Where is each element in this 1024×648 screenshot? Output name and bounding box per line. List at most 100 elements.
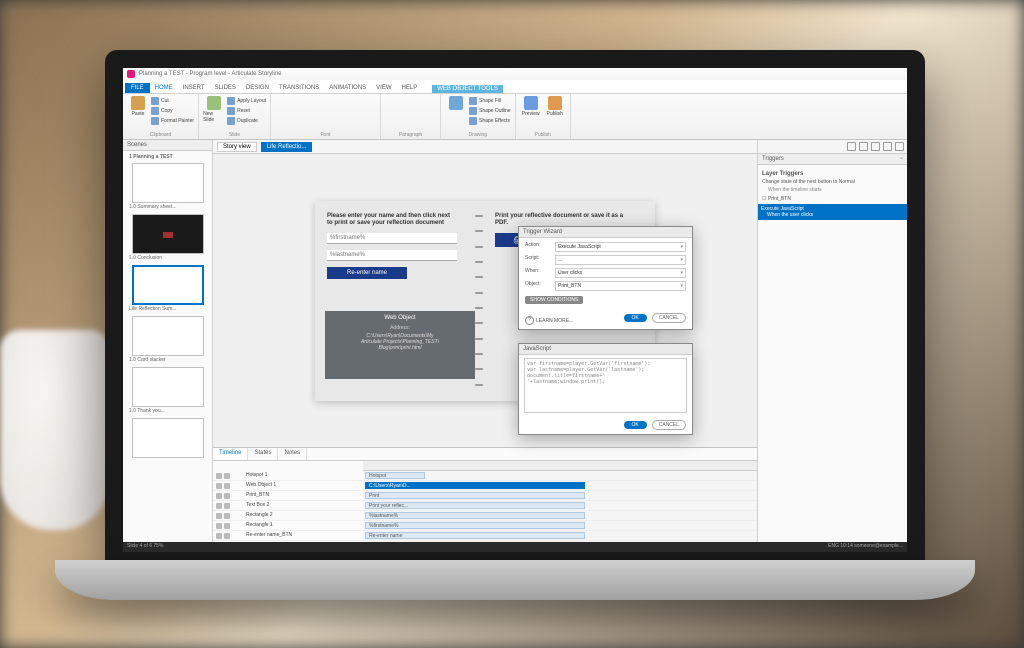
dialog-title[interactable]: JavaScript [519,344,692,355]
track[interactable]: Print [363,491,757,500]
scene-item[interactable]: Life Reflection Sum... [127,265,208,312]
object-name: Rectangle 1 [243,521,363,530]
notes-tab[interactable]: Notes [278,448,307,460]
tab-design[interactable]: DESIGN [241,83,274,93]
script-button[interactable]: ... [555,255,686,265]
timeline-bar[interactable]: C:\Users\Ryan\D... [365,482,585,489]
eye-icon[interactable] [216,523,222,529]
format-painter-button[interactable]: Format Painter [151,116,194,126]
triggers-header: Triggers− [758,154,907,165]
duplicate-button[interactable]: Duplicate [227,116,266,126]
view-icon[interactable] [895,142,904,151]
apply-layout-button[interactable]: Apply Layout [227,96,266,106]
eye-icon[interactable] [216,533,222,539]
lock-icon[interactable] [224,473,230,479]
scene-item[interactable] [127,418,208,458]
tab-insert[interactable]: INSERT [178,83,210,93]
shapes-button[interactable] [445,96,467,110]
tab-transitions[interactable]: TRANSITIONS [274,83,324,93]
timeline-row[interactable]: Text Box 2 Print your reflec... [213,501,757,511]
tab-help[interactable]: HELP [397,83,423,93]
reenter-name-button[interactable]: Re-enter name [327,267,407,279]
new-slide-button[interactable]: New Slide [203,96,225,123]
tab-view[interactable]: VIEW [371,83,396,93]
eye-icon[interactable] [216,503,222,509]
firstname-field[interactable]: %firstname% [327,233,457,244]
tab-slides[interactable]: SLIDES [210,83,241,93]
web-object-address-label: Address: [329,325,471,331]
timeline-row[interactable]: Web Object 1 C:\Users\Ryan\D... [213,481,757,491]
lock-icon[interactable] [224,523,230,529]
when-select[interactable]: User clicks [555,268,686,278]
track[interactable]: Re-enter name [363,531,757,540]
timeline-row[interactable]: Print_BTN Print [213,491,757,501]
timeline-bar[interactable]: %firstname% [365,522,585,529]
view-icon[interactable] [859,142,868,151]
eye-icon[interactable] [216,513,222,519]
timeline-bar[interactable]: %lastname% [365,512,585,519]
lock-icon[interactable] [224,513,230,519]
publish-button[interactable]: Publish [544,96,566,117]
slide-tab[interactable]: Life Reflectio... [261,142,313,152]
paste-button[interactable]: Paste [127,96,149,117]
cut-button[interactable]: Cut [151,96,194,106]
timeline-bar[interactable]: Re-enter name [365,532,585,539]
collapse-icon[interactable]: − [899,156,903,162]
view-icon[interactable] [847,142,856,151]
view-icon[interactable] [883,142,892,151]
timeline-bar[interactable]: Print [365,492,585,499]
track[interactable]: %lastname% [363,511,757,520]
timeline-row[interactable]: Re-enter name_BTN Re-enter name [213,531,757,541]
ok-button[interactable]: OK [624,421,647,429]
lock-icon[interactable] [224,483,230,489]
dialog-title[interactable]: Trigger Wizard [519,227,692,238]
shape-fill-button[interactable]: Shape Fill [469,96,511,106]
learn-more-link[interactable]: LEARN MORE... [525,316,573,325]
reset-button[interactable]: Reset [227,106,266,116]
story-view-tab[interactable]: Story view [217,142,257,152]
file-tab[interactable]: FILE [125,83,150,93]
timeline-tab[interactable]: Timeline [213,448,248,460]
web-object-overlay[interactable]: Web Object Address: C:\Users\Ryan\Docume… [325,311,475,379]
tab-animations[interactable]: ANIMATIONS [324,83,371,93]
scene-item[interactable]: 1.0 Summary sheet... [127,163,208,210]
track[interactable]: %firstname% [363,521,757,530]
fill-icon [469,97,477,105]
lock-icon[interactable] [224,493,230,499]
timeline-ruler[interactable] [363,461,757,471]
timeline-row[interactable]: Rectangle 2 %lastname% [213,511,757,521]
shape-effects-button[interactable]: Shape Effects [469,116,511,126]
ok-button[interactable]: OK [624,314,647,322]
show-conditions-button[interactable]: SHOW CONDITIONS [525,296,583,304]
tab-home[interactable]: HOME [150,83,178,93]
shape-outline-button[interactable]: Shape Outline [469,106,511,116]
view-icon[interactable] [871,142,880,151]
action-select[interactable]: Execute JavaScript [555,242,686,252]
preview-button[interactable]: Preview [520,96,542,117]
trigger-item[interactable]: Change state of the next button to Norma… [762,179,903,185]
trigger-selected[interactable]: Execute JavaScript When the user clicks [758,204,907,220]
cancel-button[interactable]: CANCEL [652,420,686,430]
states-tab[interactable]: States [248,448,278,460]
scene-item[interactable]: 1.0 Card stacker [127,316,208,363]
object-select[interactable]: Print_BTN [555,281,686,291]
timeline-bar[interactable]: Hotspot [365,472,425,479]
lock-icon[interactable] [224,503,230,509]
track[interactable]: Hotspot [363,471,757,480]
context-tab-web-object[interactable]: WEB OBJECT TOOLS [432,85,503,93]
track[interactable]: Print your reflec... [363,501,757,510]
timeline-bar[interactable]: Print your reflec... [365,502,585,509]
eye-icon[interactable] [216,493,222,499]
cancel-button[interactable]: CANCEL [652,313,686,323]
eye-icon[interactable] [216,483,222,489]
timeline-row[interactable]: Rectangle 1 %firstname% [213,521,757,531]
scene-item[interactable]: 1.0 Thank you... [127,367,208,414]
code-textarea[interactable]: var firstname=player.GetVar('firstname')… [524,358,687,413]
copy-button[interactable]: Copy [151,106,194,116]
timeline-row[interactable]: Hotspot 1 Hotspot [213,471,757,481]
scene-item[interactable]: 1.0 Conclusion [127,214,208,261]
lock-icon[interactable] [224,533,230,539]
track[interactable]: C:\Users\Ryan\D... [363,481,757,490]
lastname-field[interactable]: %lastname% [327,250,457,261]
eye-icon[interactable] [216,473,222,479]
